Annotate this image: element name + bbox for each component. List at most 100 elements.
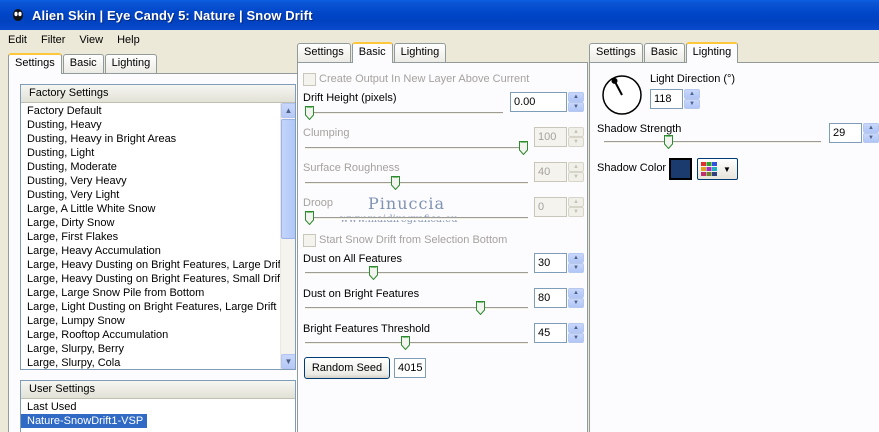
droop-field[interactable]: 0 [534,197,567,217]
bright-threshold-field[interactable]: 45 [534,323,567,343]
spin-up-icon[interactable]: ▲ [863,123,879,133]
list-item-selected[interactable]: Nature-SnowDrift1-VSP [21,414,148,428]
list-item[interactable]: Dusting, Very Heavy [21,174,295,188]
bright-threshold-slider[interactable] [305,336,528,351]
light-direction-dial[interactable] [601,74,643,116]
list-item[interactable]: Large, Slurpy, Berry [21,342,295,356]
slider-thumb[interactable] [369,266,379,281]
dust-bright-field[interactable]: 80 [534,288,567,308]
scroll-thumb[interactable] [281,119,295,239]
tab-settings[interactable]: Settings [297,43,351,62]
droop-slider[interactable] [305,211,528,226]
tab-lighting[interactable]: Lighting [393,43,447,62]
slider-thumb[interactable] [664,135,674,150]
list-item[interactable]: Large, Heavy Dusting on Bright Features,… [21,272,295,286]
drift-height-field[interactable]: 0.00 [510,92,567,112]
spin-up-icon[interactable]: ▲ [568,162,584,172]
tab-basic[interactable]: Basic [351,42,393,63]
dust-all-slider[interactable] [305,266,528,281]
list-item[interactable]: Large, Lumpy Snow [21,314,295,328]
factory-settings-list[interactable]: Factory Settings Factory Default Dusting,… [20,84,296,370]
spin-down-icon[interactable]: ▼ [568,102,584,112]
spin-up-icon[interactable]: ▲ [568,253,584,263]
shadow-strength-spinner[interactable]: 29 ▲ ▼ [829,123,879,143]
slider-thumb[interactable] [476,301,486,316]
scroll-down-icon[interactable]: ▼ [281,354,295,369]
spin-down-icon[interactable]: ▼ [568,333,584,343]
list-item[interactable]: Large, Heavy Dusting on Bright Features,… [21,258,295,272]
dust-bright-spinner[interactable]: 80 ▲ ▼ [534,288,584,308]
slider-thumb[interactable] [305,106,314,121]
spin-up-icon[interactable]: ▲ [568,288,584,298]
spin-down-icon[interactable]: ▼ [568,207,584,217]
user-settings-list[interactable]: User Settings Last Used Nature-SnowDrift… [20,380,296,432]
tab-lighting[interactable]: Lighting [685,42,739,63]
tab-basic[interactable]: Basic [643,43,685,62]
spin-down-icon[interactable]: ▼ [568,263,584,273]
shadow-color-swatch[interactable] [669,158,692,180]
random-seed-field[interactable]: 4015 [394,358,426,378]
create-output-checkbox[interactable] [303,73,316,86]
list-item[interactable]: Large, Dirty Snow [21,216,295,230]
bright-threshold-spinner[interactable]: 45 ▲ ▼ [534,323,584,343]
spin-down-icon[interactable]: ▼ [568,298,584,308]
list-item[interactable]: Factory Default [21,104,295,118]
spin-up-icon[interactable]: ▲ [568,92,584,102]
list-item[interactable]: Large, Light Dusting on Bright Features,… [21,300,295,314]
list-item[interactable]: Dusting, Heavy in Bright Areas [21,132,295,146]
spin-up-icon[interactable]: ▲ [568,197,584,207]
spin-up-icon[interactable]: ▲ [568,323,584,333]
list-item[interactable]: Large, Rooftop Accumulation [21,328,295,342]
list-item[interactable]: Large, A Little White Snow [21,202,295,216]
clumping-slider[interactable] [305,141,528,156]
list-item[interactable]: Dusting, Very Light [21,188,295,202]
spin-up-icon[interactable]: ▲ [684,89,700,99]
list-item[interactable]: Large, Large Snow Pile from Bottom [21,286,295,300]
surface-roughness-slider[interactable] [305,176,528,191]
light-direction-spinner[interactable]: 118 ▲ ▼ [650,89,700,109]
dust-all-field[interactable]: 30 [534,253,567,273]
drift-height-slider[interactable] [305,106,503,121]
list-item[interactable]: Dusting, Heavy [21,118,295,132]
light-direction-field[interactable]: 118 [650,89,683,109]
dust-all-spinner[interactable]: 30 ▲ ▼ [534,253,584,273]
list-item[interactable]: Dusting, Moderate [21,160,295,174]
menu-help[interactable]: Help [109,34,146,46]
list-item[interactable]: Last Used [21,400,295,414]
dust-bright-slider[interactable] [305,301,528,316]
list-item[interactable]: Large, First Flakes [21,230,295,244]
shadow-strength-slider[interactable] [604,135,821,150]
spin-down-icon[interactable]: ▼ [863,133,879,143]
random-seed-button[interactable]: Random Seed [304,357,390,379]
slider-thumb[interactable] [519,141,528,156]
clumping-field[interactable]: 100 [534,127,567,147]
bright-threshold-label: Bright Features Threshold [303,323,430,335]
slider-thumb[interactable] [390,176,400,191]
list-item[interactable]: Large, Slurpy, Cola [21,356,295,369]
tab-lighting[interactable]: Lighting [104,54,158,73]
shadow-strength-field[interactable]: 29 [829,123,862,143]
clumping-spinner[interactable]: 100 ▲ ▼ [534,127,584,147]
tab-settings[interactable]: Settings [589,43,643,62]
spin-up-icon[interactable]: ▲ [568,127,584,137]
list-item[interactable]: Large, Heavy Accumulation [21,244,295,258]
droop-spinner[interactable]: 0 ▲ ▼ [534,197,584,217]
drift-height-spinner[interactable]: 0.00 ▲ ▼ [510,92,584,112]
start-from-selection-checkbox[interactable] [303,234,316,247]
color-palette-button[interactable]: ▼ [697,158,738,180]
spin-down-icon[interactable]: ▼ [568,137,584,147]
surface-roughness-field[interactable]: 40 [534,162,567,182]
slider-thumb[interactable] [305,211,314,226]
spin-down-icon[interactable]: ▼ [684,99,700,109]
list-item[interactable]: Dusting, Light [21,146,295,160]
spin-down-icon[interactable]: ▼ [568,172,584,182]
tab-settings[interactable]: Settings [8,53,62,74]
tab-basic[interactable]: Basic [62,54,104,73]
menu-edit[interactable]: Edit [0,34,33,46]
slider-thumb[interactable] [401,336,411,351]
scroll-up-icon[interactable]: ▲ [281,103,295,118]
menu-view[interactable]: View [71,34,109,46]
surface-roughness-spinner[interactable]: 40 ▲ ▼ [534,162,584,182]
factory-scrollbar[interactable]: ▲ ▼ [280,103,295,369]
menu-filter[interactable]: Filter [33,34,71,46]
